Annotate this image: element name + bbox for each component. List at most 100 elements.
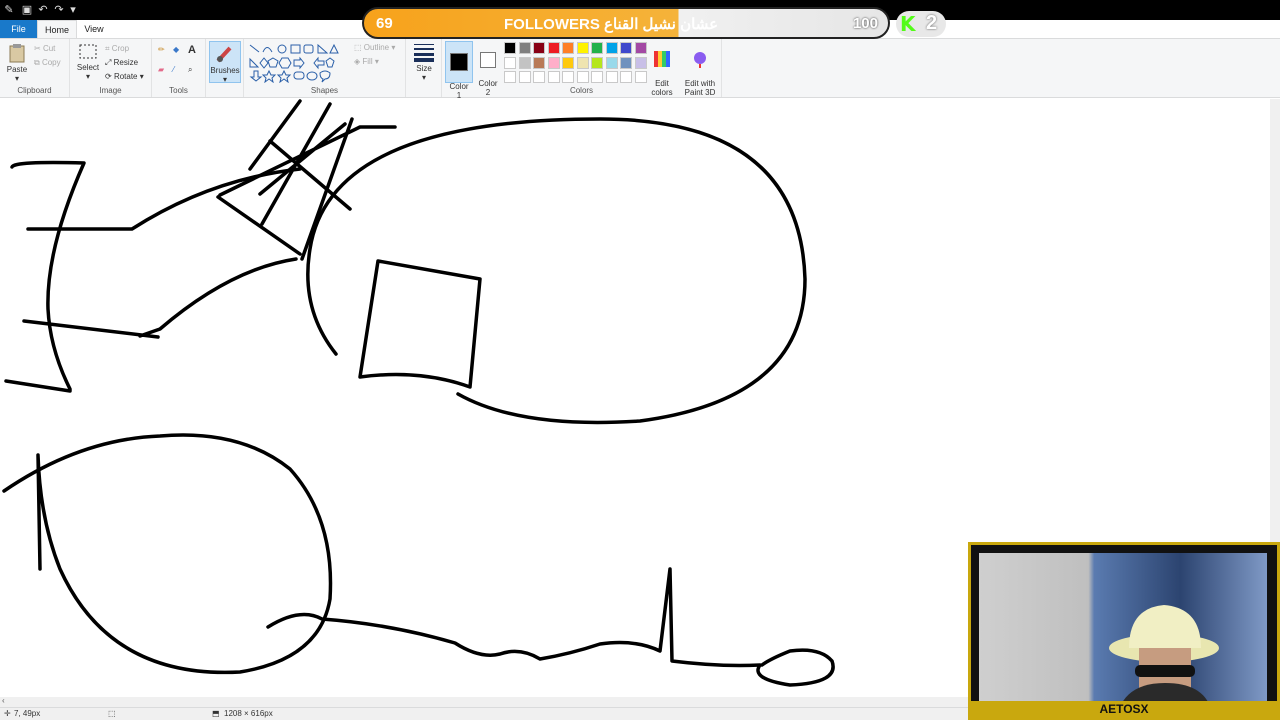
clipboard-group-label: Clipboard — [17, 86, 52, 95]
palette-swatch[interactable] — [504, 42, 516, 54]
paint3d-icon — [694, 52, 706, 68]
palette-swatch[interactable] — [547, 71, 560, 83]
palette-swatch[interactable] — [620, 71, 632, 83]
paste-icon — [9, 44, 25, 63]
palette-swatch[interactable] — [562, 56, 574, 69]
tab-file[interactable]: File — [0, 20, 37, 38]
shape-outline-button[interactable]: ⬚ Outline ▾ — [354, 43, 395, 52]
tab-view[interactable]: View — [77, 20, 111, 38]
drawn-bottom-circle — [2, 433, 333, 675]
copy-button[interactable]: ⧉ Copy — [34, 58, 61, 68]
palette-swatch[interactable] — [576, 71, 589, 83]
crop-button[interactable]: ⌗ Crop — [105, 44, 129, 54]
kick-counter: K 2 — [896, 11, 946, 37]
paint-app-icon[interactable]: ✎ — [2, 3, 16, 17]
palette-swatch[interactable] — [576, 42, 589, 54]
palette-swatch[interactable] — [562, 42, 574, 54]
palette-swatch[interactable] — [605, 71, 618, 83]
brushes-button[interactable]: Brushes ▾ — [209, 41, 241, 84]
webcam-feed — [979, 553, 1267, 709]
save-icon[interactable]: ▣ — [20, 3, 34, 17]
followers-goal-title: FOLLOWERS عشان نشيل القناع — [504, 16, 719, 33]
cut-button[interactable]: ✂ Cut — [34, 44, 55, 53]
palette-swatch[interactable] — [518, 42, 531, 54]
palette-swatch[interactable] — [634, 42, 647, 54]
palette-swatch[interactable] — [620, 42, 632, 54]
colors-group-label: Colors — [569, 86, 594, 95]
palette-swatch[interactable] — [591, 71, 603, 83]
webcam-frame: AETOSX — [968, 542, 1280, 720]
copy-label: Copy — [41, 58, 61, 67]
outline-label: Outline — [363, 43, 390, 52]
select-label: Select — [76, 63, 100, 72]
select-icon — [79, 44, 97, 59]
ribbon: Paste ▾ ✂ Cut ⧉ Copy Clipboard Select ▾ ⌗ … — [0, 38, 1280, 100]
shapes-gallery-icon[interactable] — [248, 43, 344, 83]
text-tool-icon[interactable]: A — [188, 44, 196, 56]
drawn-square — [358, 259, 482, 389]
color-picker-icon[interactable]: ⁄ — [173, 65, 174, 74]
followers-goal-target: 100 — [852, 15, 878, 32]
fill-bucket-icon[interactable]: ◆ — [173, 45, 179, 54]
color2-swatch — [480, 52, 496, 68]
palette-swatch[interactable] — [533, 42, 545, 54]
color1-swatch — [450, 53, 468, 71]
palette-swatch[interactable] — [591, 42, 603, 54]
palette-swatch[interactable] — [634, 71, 647, 83]
palette-swatch[interactable] — [547, 56, 560, 69]
palette-swatch[interactable] — [533, 71, 545, 83]
cursor-position-icon: ✛ — [4, 709, 11, 718]
drawn-left-figure — [4, 160, 86, 393]
colors-group: Color 1 Color 2 Edit colors Edit with Pa… — [442, 39, 722, 100]
line-size-icon — [414, 44, 434, 62]
palette-swatch[interactable] — [605, 42, 618, 54]
drawn-large-oval — [306, 117, 807, 425]
resize-button[interactable]: ⤢ Resize — [105, 58, 138, 68]
fill-label: Fill — [362, 57, 373, 66]
undo-icon[interactable]: ↶ — [36, 3, 50, 17]
shape-fill-button[interactable]: ◈ Fill ▾ — [354, 57, 379, 66]
kick-logo: K — [900, 12, 916, 36]
tab-home[interactable]: Home — [37, 20, 77, 38]
magnifier-icon[interactable]: ⌕ — [188, 65, 192, 75]
palette-swatch[interactable] — [576, 56, 589, 69]
clipboard-group: Paste ▾ ✂ Cut ⧉ Copy Clipboard — [0, 39, 70, 97]
brushes-label: Brushes — [210, 66, 240, 75]
rotate-label: Rotate — [113, 72, 138, 81]
palette-swatch[interactable] — [634, 56, 647, 69]
shapes-group: ⬚ Outline ▾ ◈ Fill ▾ Shapes — [244, 39, 406, 97]
brush-icon — [216, 46, 232, 63]
cut-label: Cut — [42, 44, 56, 53]
customize-quick-access-icon[interactable]: ▾ — [66, 3, 80, 17]
palette-swatch[interactable] — [533, 56, 545, 69]
rotate-button[interactable]: ⟳ Rotate ▾ — [105, 72, 144, 81]
streamer-figure — [1109, 605, 1219, 709]
color1-button[interactable]: Color 1 — [445, 41, 473, 100]
paste-button[interactable]: Paste ▾ — [4, 43, 30, 83]
drawn-scribble — [266, 567, 835, 687]
eraser-icon[interactable]: ▰ — [158, 65, 164, 74]
rainbow-palette-icon — [654, 51, 670, 67]
palette-swatch[interactable] — [605, 56, 618, 69]
resize-label: Resize — [113, 58, 139, 67]
palette-swatch[interactable] — [620, 56, 632, 69]
palette-swatch[interactable] — [504, 71, 516, 83]
palette-swatch[interactable] — [504, 56, 516, 69]
palette-swatch[interactable] — [518, 56, 531, 69]
canvas-size: 1208 × 616px — [224, 709, 273, 718]
redo-icon[interactable]: ↷ — [52, 3, 66, 17]
shapes-group-label: Shapes — [310, 86, 339, 95]
select-button[interactable]: Select ▾ — [74, 43, 102, 81]
kick-count: 2 — [926, 12, 938, 34]
palette-swatch[interactable] — [591, 56, 603, 69]
palette-swatch[interactable] — [547, 42, 560, 54]
paste-label: Paste — [6, 65, 28, 74]
image-group-label: Image — [99, 86, 122, 95]
palette-swatch[interactable] — [518, 71, 531, 83]
size-button[interactable]: Size ▾ — [410, 42, 438, 82]
tools-group: ✏ ◆ A ▰ ⁄ ⌕ Tools — [152, 39, 206, 97]
cursor-position: 7, 49px — [14, 709, 41, 718]
palette-swatch[interactable] — [562, 71, 574, 83]
scroll-left-icon[interactable]: ‹ — [2, 696, 5, 705]
pencil-icon[interactable]: ✏ — [158, 45, 165, 54]
